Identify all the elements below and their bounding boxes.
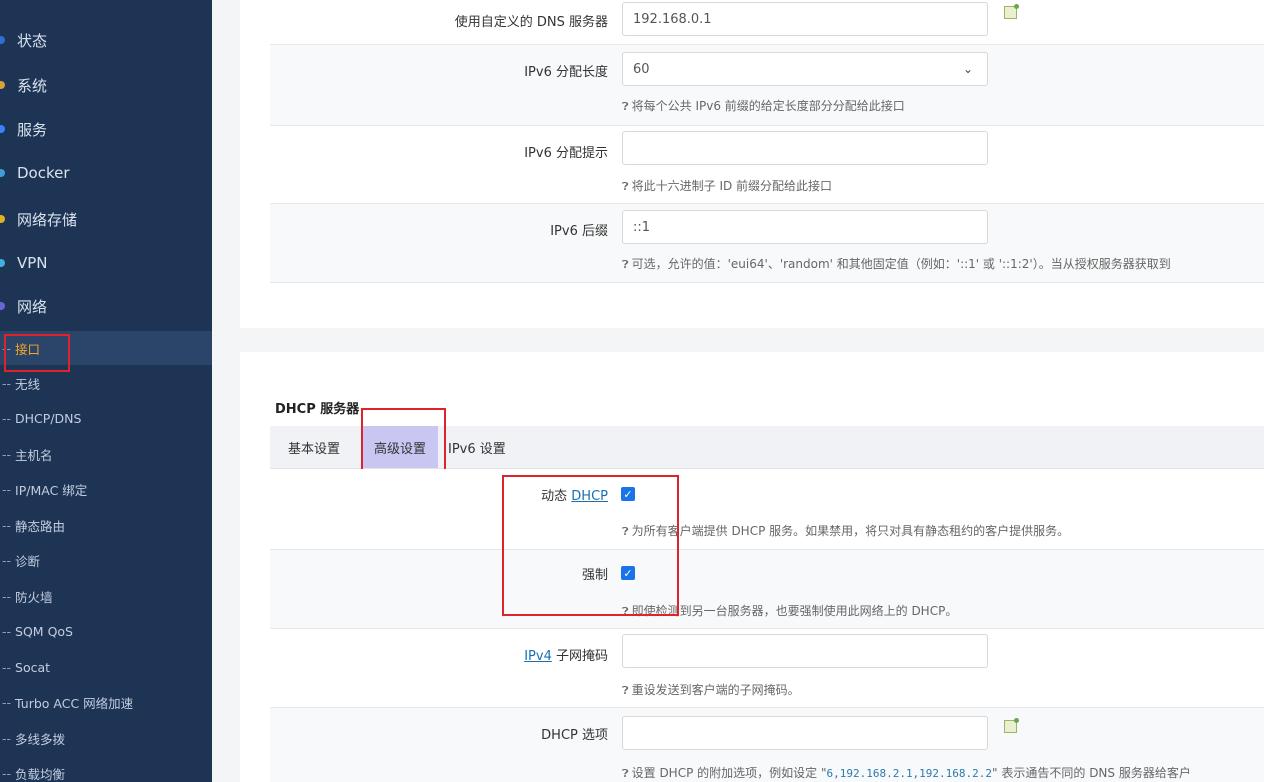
- ipv6-length-select[interactable]: 60 ⌄: [622, 52, 988, 86]
- services-icon: [0, 125, 5, 133]
- ipv6-suffix-help: ❓︎ 可选，允许的值：'eui64'、'random' 和其他固定值（例如：'::…: [622, 257, 1171, 271]
- ipv6-hint-help: ❓︎ 将此十六进制子 ID 前缀分配给此接口: [622, 179, 833, 193]
- dhcp-options-label: DHCP 选项: [541, 728, 608, 743]
- dhcp-section-title: DHCP 服务器: [275, 402, 360, 417]
- sidebar-item-network[interactable]: 网络: [0, 284, 212, 328]
- system-icon: [0, 81, 5, 89]
- sidebar-item-label: 系统: [17, 76, 48, 95]
- status-icon: [0, 36, 5, 44]
- sidebar-subitem-label: DHCP/DNS: [15, 410, 82, 426]
- checkmark-icon: ✓: [623, 566, 633, 580]
- sidebar-item-vpn[interactable]: VPN: [0, 241, 212, 285]
- custom-dns-input[interactable]: 192.168.0.1: [622, 2, 988, 36]
- docker-icon: [0, 169, 5, 177]
- sidebar-subitem-ip-mac[interactable]: -- IP/MAC 绑定: [0, 472, 212, 506]
- chevron-down-icon: ⌄: [962, 62, 973, 76]
- force-help: ❓︎ 即使检测到另一台服务器，也要强制使用此网络上的 DHCP。: [622, 604, 958, 618]
- sidebar-subitem-hostnames[interactable]: -- 主机名: [0, 437, 212, 471]
- question-circle-icon: ❓︎: [622, 684, 629, 697]
- ipv6-suffix-input[interactable]: ::1: [622, 210, 988, 244]
- sidebar-subitem-label: 多线多拨: [15, 731, 66, 747]
- ipv6-suffix-label: IPv6 后缀: [550, 224, 608, 239]
- sidebar-item-label: 网络存储: [17, 210, 78, 229]
- dhcp-options-input[interactable]: [622, 716, 988, 750]
- sidebar-item-nas[interactable]: 网络存储: [0, 197, 212, 241]
- add-entry-icon[interactable]: [1004, 718, 1019, 733]
- sidebar-subitem-label: IP/MAC 绑定: [15, 482, 88, 498]
- force-label: 强制: [581, 568, 608, 583]
- netmask-help: ❓︎ 重设发送到客户端的子网掩码。: [622, 683, 800, 697]
- sidebar-subitem-label: 静态路由: [15, 518, 66, 534]
- force-checkbox[interactable]: ✓: [621, 566, 635, 580]
- sidebar-item-label: VPN: [17, 254, 48, 272]
- sidebar-subitem-sqm[interactable]: -- SQM QoS: [0, 614, 212, 648]
- sidebar-subitem-label: 无线: [15, 376, 41, 392]
- tab-advanced[interactable]: 高级设置: [362, 426, 438, 468]
- sidebar-item-docker[interactable]: Docker: [0, 151, 212, 195]
- question-circle-icon: ❓︎: [622, 605, 629, 618]
- ipv6-length-help: ❓︎ 将每个公共 IPv6 前缀的给定长度部分分配给此接口: [622, 99, 905, 113]
- question-circle-icon: ❓︎: [622, 767, 629, 780]
- dynamic-dhcp-checkbox[interactable]: ✓: [621, 487, 635, 501]
- dhcp-tabs: 基本设置 高级设置 IPv6 设置: [270, 426, 1264, 469]
- sidebar-subitem-wireless[interactable]: -- 无线: [0, 366, 212, 400]
- sidebar-subitem-interfaces[interactable]: -- 接口: [0, 331, 212, 365]
- sidebar-subitem-load-balance[interactable]: -- 负载均衡: [0, 756, 212, 782]
- custom-dns-label: 使用自定义的 DNS 服务器: [454, 15, 608, 30]
- sidebar-subitem-diagnostics[interactable]: -- 诊断: [0, 543, 212, 577]
- sidebar-item-services[interactable]: 服务: [0, 107, 212, 151]
- sidebar-subitem-dhcp-dns[interactable]: -- DHCP/DNS: [0, 401, 212, 435]
- sidebar-subitem-firewall[interactable]: -- 防火墙: [0, 579, 212, 613]
- tab-ipv6[interactable]: IPv6 设置: [448, 426, 524, 468]
- netmask-input[interactable]: [622, 634, 988, 668]
- sidebar-item-status[interactable]: 状态: [0, 18, 212, 62]
- sidebar-subitem-socat[interactable]: -- Socat: [0, 650, 212, 684]
- storage-icon: [0, 215, 5, 223]
- checkmark-icon: ✓: [623, 487, 633, 501]
- network-icon: [0, 302, 5, 310]
- sidebar-subitem-label: Socat: [15, 659, 51, 675]
- sidebar-subitem-label: 诊断: [15, 553, 41, 569]
- question-circle-icon: ❓︎: [622, 100, 629, 113]
- sidebar-item-label: 网络: [17, 297, 48, 316]
- sidebar-item-label: 状态: [17, 31, 48, 50]
- ipv6-hint-label: IPv6 分配提示: [524, 146, 608, 161]
- sidebar-item-label: 服务: [17, 120, 48, 139]
- ipv6-length-value: 60: [633, 61, 650, 77]
- ipv6-length-label: IPv6 分配长度: [524, 65, 608, 80]
- question-circle-icon: ❓︎: [622, 525, 629, 538]
- dhcp-options-example: 6,192.168.2.1,192.168.2.2: [826, 767, 993, 780]
- question-circle-icon: ❓︎: [622, 258, 629, 271]
- tab-basic[interactable]: 基本设置: [270, 426, 358, 468]
- ipv4-abbr-link[interactable]: IPv4: [524, 649, 552, 664]
- dynamic-dhcp-label: 动态 DHCP: [541, 489, 608, 504]
- sidebar-subitem-label: 接口: [15, 341, 41, 357]
- question-circle-icon: ❓︎: [622, 180, 629, 193]
- add-entry-icon[interactable]: [1004, 4, 1019, 19]
- dhcp-options-help: ❓︎ 设置 DHCP 的附加选项，例如设定 "6,192.168.2.1,192.…: [622, 766, 1191, 780]
- sidebar-subitem-label: Turbo ACC 网络加速: [15, 695, 134, 711]
- sidebar-item-label: Docker: [17, 164, 70, 182]
- sidebar-subitem-label: 负载均衡: [15, 766, 66, 782]
- ipv6-hint-input[interactable]: [622, 131, 988, 165]
- netmask-label: IPv4 子网掩码: [524, 649, 608, 664]
- sidebar-subitem-multiwan[interactable]: -- 多线多拨: [0, 721, 212, 755]
- vpn-icon: [0, 259, 5, 267]
- sidebar-subitem-label: 防火墙: [15, 589, 53, 605]
- dynamic-dhcp-help: ❓︎ 为所有客户端提供 DHCP 服务。如果禁用，将只对具有静态租约的客户提供服务…: [622, 524, 1070, 538]
- sidebar-subitem-label: 主机名: [15, 447, 53, 463]
- dhcp-abbr-link[interactable]: DHCP: [571, 489, 608, 504]
- sidebar-subitem-label: SQM QoS: [15, 623, 73, 639]
- sidebar-subitem-static-routes[interactable]: -- 静态路由: [0, 508, 212, 542]
- sidebar-subitem-turbo-acc[interactable]: -- Turbo ACC 网络加速: [0, 685, 212, 719]
- sidebar-item-system[interactable]: 系统: [0, 63, 212, 107]
- sidebar: 状态 系统 服务 Docker 网络存储 VPN 网络 -- 接口 -- 无线 --…: [0, 0, 212, 782]
